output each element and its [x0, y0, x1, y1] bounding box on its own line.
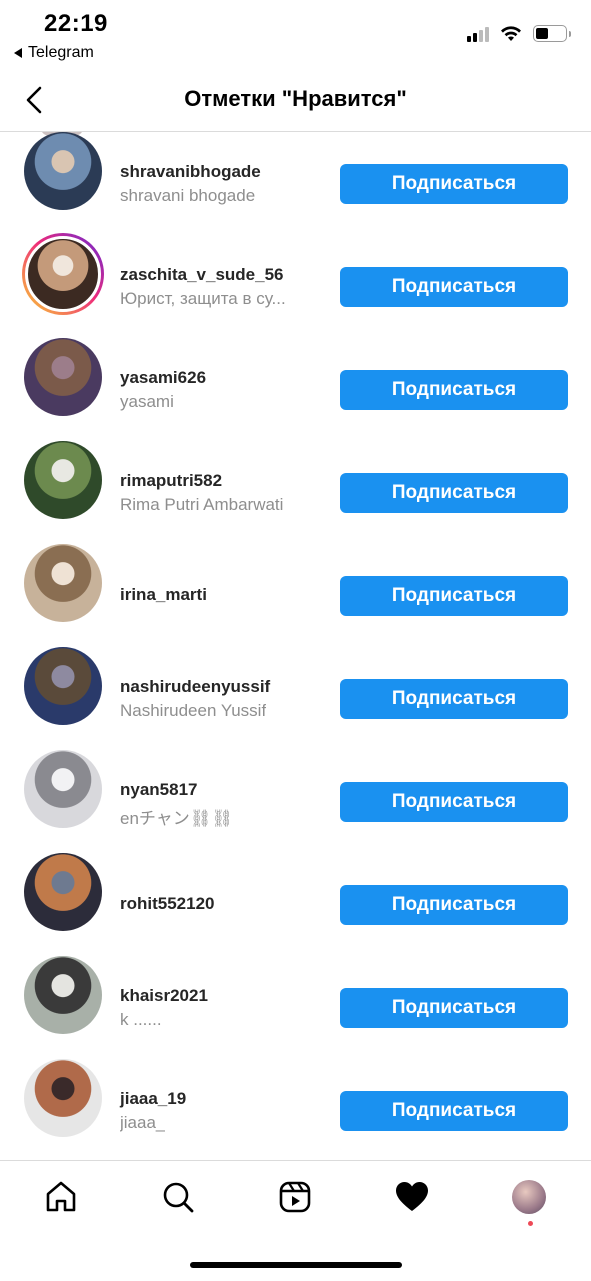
list-item[interactable]: rohit552120 Подписаться — [0, 837, 591, 940]
profile-avatar — [512, 1180, 546, 1214]
status-bar: 22:19 Telegram — [0, 0, 591, 70]
avatar-container[interactable] — [22, 954, 104, 1036]
home-icon — [46, 1181, 76, 1212]
avatar-story-ring[interactable] — [22, 233, 104, 315]
search-icon — [163, 1182, 194, 1213]
tab-activity[interactable] — [392, 1177, 432, 1217]
follow-button[interactable]: Подписаться — [340, 267, 568, 307]
username[interactable]: rohit552120 — [120, 894, 215, 914]
avatar-container[interactable] — [22, 132, 104, 212]
follow-button[interactable]: Подписаться — [340, 576, 568, 616]
cellular-signal-icon — [467, 24, 489, 42]
follow-button[interactable]: Подписаться — [340, 370, 568, 410]
avatar — [24, 853, 102, 931]
username[interactable]: irina_marti — [120, 585, 207, 605]
page-title: Отметки "Нравится" — [184, 86, 407, 111]
list-item[interactable]: irina_marti Подписаться — [0, 528, 591, 631]
full-name: jiaaa_ — [120, 1113, 166, 1132]
list-item[interactable]: shravanibhogade shravani bhogade Подписать… — [0, 132, 591, 219]
avatar-container[interactable] — [22, 851, 104, 933]
avatar — [24, 132, 102, 210]
full-name: Nashirudeen Yussif — [120, 701, 267, 720]
tab-reels[interactable] — [275, 1177, 315, 1217]
list-item[interactable]: jiaaa_19 jiaaa_ Подписаться — [0, 1043, 591, 1146]
follow-button[interactable]: Подписаться — [340, 164, 568, 204]
list-item[interactable]: yasami626 yasami Подписаться — [0, 322, 591, 425]
likes-list[interactable]: shravanibhogade shravani bhogade Подписать… — [0, 132, 591, 1160]
avatar-container[interactable] — [22, 542, 104, 624]
avatar-container[interactable] — [22, 748, 104, 830]
avatar — [24, 647, 102, 725]
follow-button[interactable]: Подписаться — [340, 885, 568, 925]
full-name: enチャン⛓⛓ — [120, 809, 233, 828]
follow-button[interactable]: Подписаться — [340, 679, 568, 719]
avatar — [24, 750, 102, 828]
list-item[interactable]: zaschita_v_sude_56 Юрист, защита в су... П… — [0, 219, 591, 322]
avatar-container[interactable] — [22, 439, 104, 521]
username[interactable]: nyan5817 — [120, 780, 198, 800]
wifi-icon — [501, 26, 521, 41]
list-item[interactable]: nyan5817 enチャン⛓⛓ Подписаться — [0, 734, 591, 837]
full-name: Rima Putri Ambarwati — [120, 495, 284, 514]
username[interactable]: yasami626 — [120, 368, 206, 388]
status-time: 22:19 — [44, 10, 108, 37]
follow-button[interactable]: Подписаться — [340, 988, 568, 1028]
username[interactable]: rimaputri582 — [120, 471, 222, 491]
battery-icon — [533, 24, 571, 42]
username[interactable]: zaschita_v_sude_56 — [120, 265, 284, 285]
system-icons — [467, 24, 571, 42]
avatar — [24, 338, 102, 416]
avatar — [24, 956, 102, 1034]
tab-profile[interactable] — [509, 1177, 549, 1217]
avatar — [24, 441, 102, 519]
avatar — [25, 236, 101, 312]
tab-search[interactable] — [158, 1177, 198, 1217]
avatar-container[interactable] — [22, 1057, 104, 1139]
avatar — [24, 1059, 102, 1137]
follow-button[interactable]: Подписаться — [340, 782, 568, 822]
tab-home[interactable] — [41, 1177, 81, 1217]
navigation-header: Отметки "Нравится" — [0, 70, 591, 132]
follow-button[interactable]: Подписаться — [340, 1091, 568, 1131]
back-triangle-icon — [14, 48, 22, 58]
avatar-container[interactable] — [22, 645, 104, 727]
follow-button[interactable]: Подписаться — [340, 473, 568, 513]
list-item[interactable]: nashirudeenyussif Nashirudeen Yussif Подпи… — [0, 631, 591, 734]
avatar-container[interactable] — [22, 336, 104, 418]
avatar — [24, 544, 102, 622]
reels-icon — [279, 1181, 311, 1213]
full-name: yasami — [120, 392, 174, 411]
full-name: k ...... — [120, 1010, 162, 1029]
full-name: shravani bhogade — [120, 186, 256, 205]
username[interactable]: nashirudeenyussif — [120, 677, 270, 697]
list-item[interactable]: rimaputri582 Rima Putri Ambarwati Подписат… — [0, 425, 591, 528]
username[interactable]: jiaaa_19 — [120, 1089, 186, 1109]
username[interactable]: khaisr2021 — [120, 986, 208, 1006]
back-app-label: Telegram — [28, 44, 94, 61]
list-item[interactable]: khaisr2021 k ...... Подписаться — [0, 940, 591, 1043]
username[interactable]: shravanibhogade — [120, 162, 261, 182]
back-to-app-link[interactable]: Telegram — [14, 44, 94, 62]
full-name: Юрист, защита в су... — [120, 289, 286, 308]
profile-notification-dot — [528, 1221, 533, 1226]
home-indicator — [190, 1262, 402, 1268]
heart-icon — [396, 1182, 428, 1211]
